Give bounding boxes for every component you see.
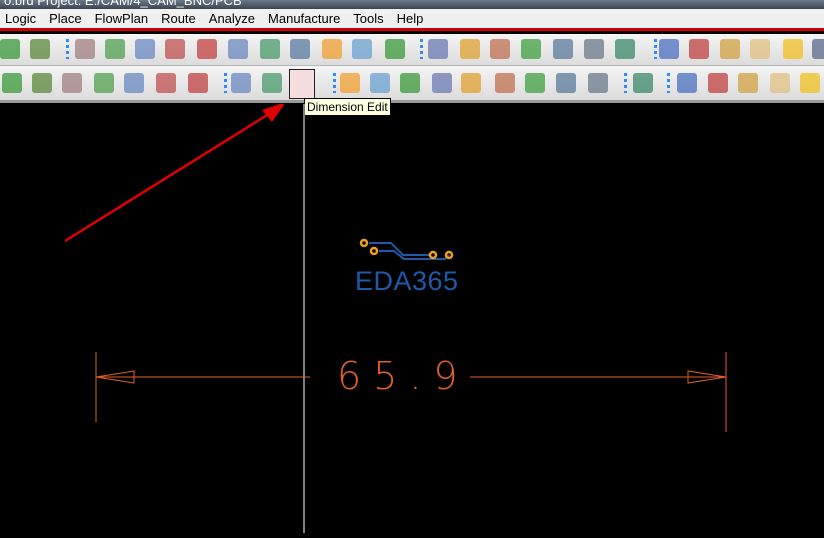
dehighlight-icon[interactable]: [812, 39, 824, 59]
rats-icon[interactable]: [105, 39, 125, 59]
flow-icon[interactable]: [633, 73, 653, 93]
window-title: o.brd Project: E:/CAM/4_CAM_BNC/PCB: [4, 0, 242, 8]
logo-text: EDA365: [355, 266, 459, 296]
menu-analyze[interactable]: Analyze: [209, 11, 255, 26]
sch-report-icon[interactable]: [677, 73, 697, 93]
report-icon[interactable]: [689, 39, 709, 59]
dimension-edit-button-highlight[interactable]: [289, 69, 315, 99]
menu-place[interactable]: Place: [49, 11, 82, 26]
toolbar-grip[interactable]: [224, 73, 227, 93]
menu-route[interactable]: Route: [161, 11, 196, 26]
3d-view-icon[interactable]: [352, 39, 372, 59]
color-icon[interactable]: [460, 39, 480, 59]
menu-flowplan[interactable]: FlowPlan: [95, 11, 148, 26]
toolbar-grip[interactable]: [66, 39, 69, 59]
info-icon[interactable]: [659, 39, 679, 59]
stackup-icon[interactable]: [521, 39, 541, 59]
cm-icon[interactable]: [553, 39, 573, 59]
camera-icon[interactable]: [432, 73, 452, 93]
dimension-environment-icon[interactable]: [262, 73, 282, 93]
grid-icon[interactable]: [428, 39, 448, 59]
3d-canvas-icon[interactable]: [615, 39, 635, 59]
menu-help[interactable]: Help: [397, 11, 424, 26]
logo-graphic: [359, 238, 454, 260]
toolbar-edit: [0, 66, 824, 103]
menu-bar: Logic Place FlowPlan Route Analyze Manufactur…: [0, 9, 824, 31]
circle-icon[interactable]: [124, 73, 144, 93]
canvas-graphics: [64, 102, 727, 533]
arc-icon[interactable]: [62, 73, 82, 93]
void-icon[interactable]: [156, 73, 176, 93]
tools-icon[interactable]: [400, 73, 420, 93]
measure-icon[interactable]: [720, 39, 740, 59]
unrats-icon[interactable]: [75, 39, 95, 59]
padstack-icon[interactable]: [370, 73, 390, 93]
highlight-icon[interactable]: [783, 39, 803, 59]
placement-icon[interactable]: [231, 73, 251, 93]
zoom-in-icon[interactable]: [197, 39, 217, 59]
design-canvas[interactable]: [0, 102, 824, 533]
rectangle-icon[interactable]: [94, 73, 114, 93]
shape-add-icon[interactable]: [32, 73, 52, 93]
sch-probe-icon[interactable]: [800, 73, 820, 93]
zoom-fit-icon[interactable]: [165, 39, 185, 59]
shape-icon[interactable]: [0, 39, 20, 59]
zoom-previous-icon[interactable]: [260, 39, 280, 59]
matrix-icon[interactable]: [525, 73, 545, 93]
toolbar-grip[interactable]: [624, 73, 627, 93]
annotation-arrow: [64, 102, 286, 243]
toolbar-grip[interactable]: [667, 73, 670, 93]
toolbar-grip[interactable]: [654, 39, 657, 59]
zoom-points-icon[interactable]: [135, 39, 155, 59]
flip-icon[interactable]: [385, 39, 405, 59]
menu-manufacture[interactable]: Manufacture: [268, 11, 340, 26]
select-icon[interactable]: [2, 73, 22, 93]
zoom-world-icon[interactable]: [290, 39, 310, 59]
toolbar-main: [0, 34, 824, 66]
array-icon[interactable]: [588, 73, 608, 93]
toolbar-grip[interactable]: [420, 39, 423, 59]
dfa-icon[interactable]: [584, 39, 604, 59]
layer-visibility-icon[interactable]: [490, 39, 510, 59]
menu-tools[interactable]: Tools: [353, 11, 383, 26]
testpoint-icon[interactable]: [556, 73, 576, 93]
odb-export-icon[interactable]: [340, 73, 360, 93]
sch-book-icon[interactable]: [708, 73, 728, 93]
toolbar-grip[interactable]: [333, 73, 336, 93]
menu-logic[interactable]: Logic: [5, 11, 36, 26]
zoom-out-icon[interactable]: [228, 39, 248, 59]
dimension-value[interactable]: 65.9: [337, 354, 470, 398]
delete-shape-icon[interactable]: [188, 73, 208, 93]
sch-check-icon[interactable]: [770, 73, 790, 93]
sch-chip-icon[interactable]: [738, 73, 758, 93]
pin-icon[interactable]: [30, 39, 50, 59]
docs-icon[interactable]: [495, 73, 515, 93]
redraw-icon[interactable]: [322, 39, 342, 59]
brush-icon[interactable]: [750, 39, 770, 59]
renaming-icon[interactable]: [461, 73, 481, 93]
title-bar: o.brd Project: E:/CAM/4_CAM_BNC/PCB: [0, 0, 824, 9]
